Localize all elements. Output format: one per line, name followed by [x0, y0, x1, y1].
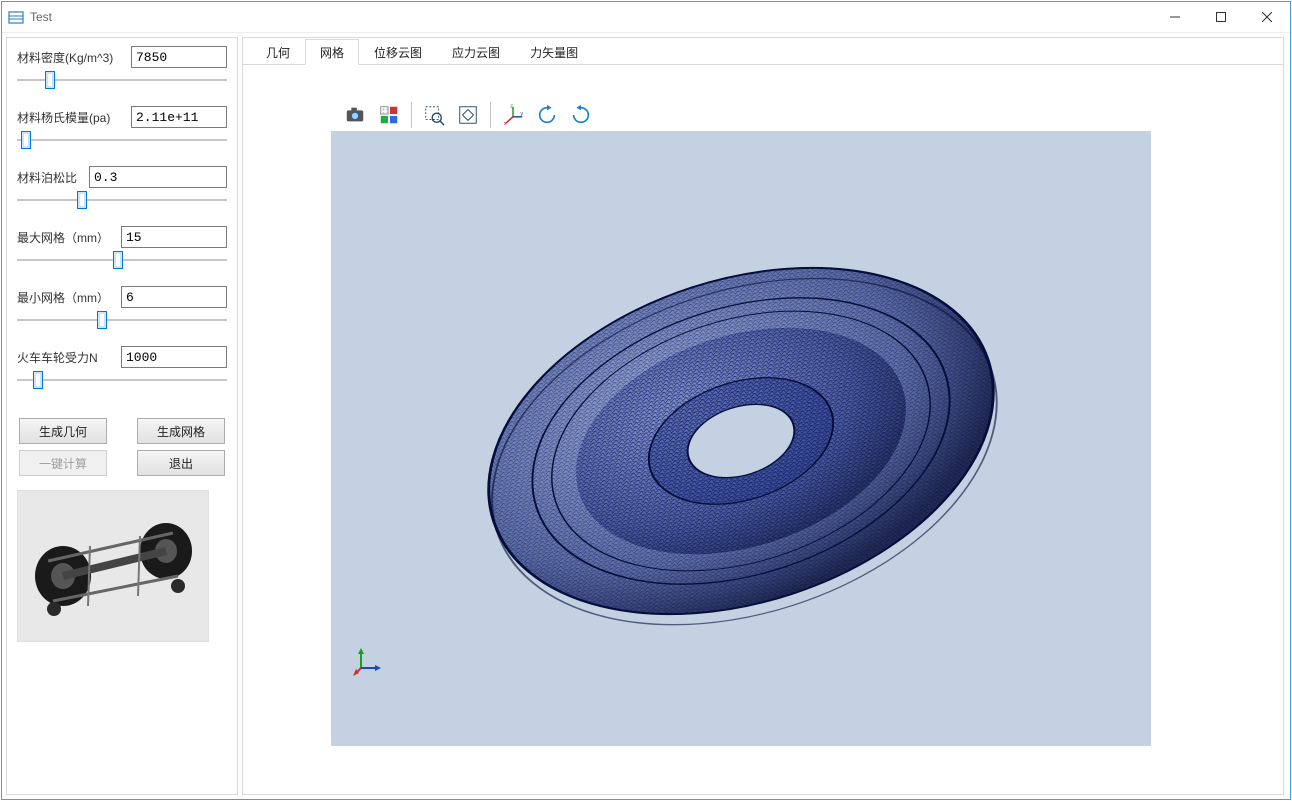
- window-title: Test: [30, 10, 52, 24]
- tab-stress[interactable]: 应力云图: [437, 39, 515, 65]
- young-input[interactable]: [131, 106, 227, 128]
- force-input[interactable]: [121, 346, 227, 368]
- density-input[interactable]: [131, 46, 227, 68]
- max-mesh-slider[interactable]: [17, 258, 227, 262]
- rotate-right-icon[interactable]: [567, 101, 595, 129]
- density-slider[interactable]: [17, 78, 227, 82]
- param-label: 最大网格（mm）: [17, 229, 117, 246]
- fit-view-icon[interactable]: [454, 101, 482, 129]
- param-label: 火车车轮受力N: [17, 349, 117, 366]
- maximize-button[interactable]: [1198, 2, 1244, 32]
- xyz-axes-icon[interactable]: z y x: [499, 101, 527, 129]
- force-slider[interactable]: [17, 378, 227, 382]
- param-density: 材料密度(Kg/m^3): [17, 46, 227, 90]
- viewer-canvas[interactable]: [331, 131, 1151, 746]
- poisson-slider[interactable]: [17, 198, 227, 202]
- tab-displacement[interactable]: 位移云图: [359, 39, 437, 65]
- tabs: 几何 网格 位移云图 应力云图 力矢量图: [243, 38, 1283, 65]
- young-slider[interactable]: [17, 138, 227, 142]
- colormap-icon[interactable]: [375, 101, 403, 129]
- svg-text:x: x: [504, 121, 507, 126]
- param-min-mesh: 最小网格（mm）: [17, 286, 227, 330]
- rotate-left-icon[interactable]: [533, 101, 561, 129]
- param-label: 最小网格（mm）: [17, 289, 117, 306]
- param-label: 材料杨氏模量(pa): [17, 109, 127, 126]
- generate-mesh-button[interactable]: 生成网格: [137, 418, 225, 444]
- minimize-button[interactable]: [1152, 2, 1198, 32]
- snapshot-icon[interactable]: [341, 101, 369, 129]
- viewer-toolbar: z y x: [337, 97, 599, 133]
- svg-text:y: y: [520, 111, 523, 117]
- one-click-compute-button: 一键计算: [19, 450, 107, 476]
- min-mesh-input[interactable]: [121, 286, 227, 308]
- tab-geometry[interactable]: 几何: [251, 39, 305, 65]
- generate-geometry-button[interactable]: 生成几何: [19, 418, 107, 444]
- param-label: 材料密度(Kg/m^3): [17, 49, 127, 66]
- param-young-modulus: 材料杨氏模量(pa): [17, 106, 227, 150]
- zoom-area-icon[interactable]: [420, 101, 448, 129]
- axis-triad-icon: [353, 646, 383, 676]
- bogie-preview-image: [17, 490, 209, 642]
- svg-text:z: z: [510, 104, 513, 110]
- titlebar: Test: [2, 2, 1290, 33]
- app-icon: [8, 9, 24, 25]
- param-poisson: 材料泊松比: [17, 166, 227, 210]
- viewer[interactable]: z y x: [331, 91, 1151, 746]
- param-label: 材料泊松比: [17, 169, 85, 186]
- exit-button[interactable]: 退出: [137, 450, 225, 476]
- param-max-mesh: 最大网格（mm）: [17, 226, 227, 270]
- max-mesh-input[interactable]: [121, 226, 227, 248]
- min-mesh-slider[interactable]: [17, 318, 227, 322]
- tab-mesh[interactable]: 网格: [305, 39, 359, 65]
- main-panel: 几何 网格 位移云图 应力云图 力矢量图: [242, 37, 1284, 795]
- tab-force-vector[interactable]: 力矢量图: [515, 39, 593, 65]
- poisson-input[interactable]: [89, 166, 227, 188]
- sidebar: 材料密度(Kg/m^3) 材料杨氏模量(pa): [6, 37, 238, 795]
- close-button[interactable]: [1244, 2, 1290, 32]
- param-wheel-force: 火车车轮受力N: [17, 346, 227, 390]
